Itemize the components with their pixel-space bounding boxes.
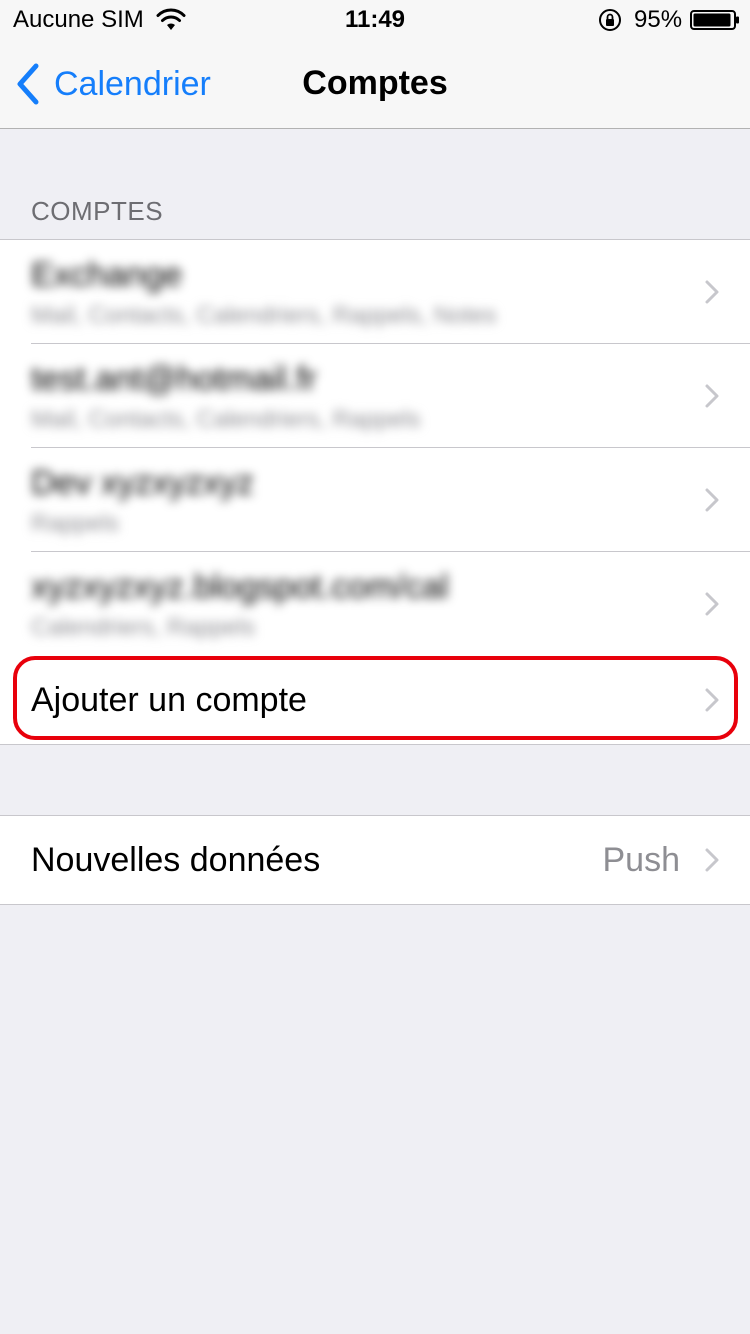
chevron-right-icon: [705, 384, 719, 408]
section-header-accounts: COMPTES: [31, 196, 164, 226]
account-cell[interactable]: test.ant@hotmail.fr Mail, Contacts, Cale…: [0, 344, 750, 448]
page-title: Comptes: [302, 64, 448, 102]
chevron-right-icon: [705, 280, 719, 304]
fetch-new-data-value: Push: [602, 841, 681, 879]
account-services: Calendriers, Rappels: [31, 614, 256, 641]
account-services: Rappels: [31, 510, 120, 537]
account-services: Mail, Contacts, Calendriers, Rappels, No…: [31, 302, 497, 329]
account-name: Dev xyzxyzxyz: [31, 464, 254, 502]
account-name: xyzxyzxyz.blogspot.com/cal: [31, 568, 449, 606]
account-cell[interactable]: Exchange Mail, Contacts, Calendriers, Ra…: [0, 240, 750, 344]
fetch-new-data-label: Nouvelles données: [31, 841, 321, 879]
orientation-lock-icon: [599, 9, 621, 31]
chevron-right-icon: [705, 592, 719, 616]
navigation-bar: Calendrier Comptes: [0, 40, 750, 129]
highlight-annotation: [13, 656, 738, 740]
battery-percent: 95%: [634, 6, 683, 33]
chevron-right-icon: [705, 488, 719, 512]
status-bar: Aucune SIM 11:49 95%: [0, 0, 750, 40]
account-name: Exchange: [31, 256, 183, 294]
account-services: Mail, Contacts, Calendriers, Rappels: [31, 406, 421, 433]
battery-icon: [690, 10, 739, 30]
fetch-new-data-cell[interactable]: Nouvelles données Push: [0, 816, 750, 904]
account-cell[interactable]: xyzxyzxyz.blogspot.com/cal Calendriers, …: [0, 552, 750, 656]
account-name: test.ant@hotmail.fr: [31, 360, 317, 398]
fetch-settings-list: Nouvelles données Push: [0, 815, 750, 905]
account-cell[interactable]: Dev xyzxyzxyz Rappels: [0, 448, 750, 552]
chevron-right-icon: [705, 848, 719, 872]
